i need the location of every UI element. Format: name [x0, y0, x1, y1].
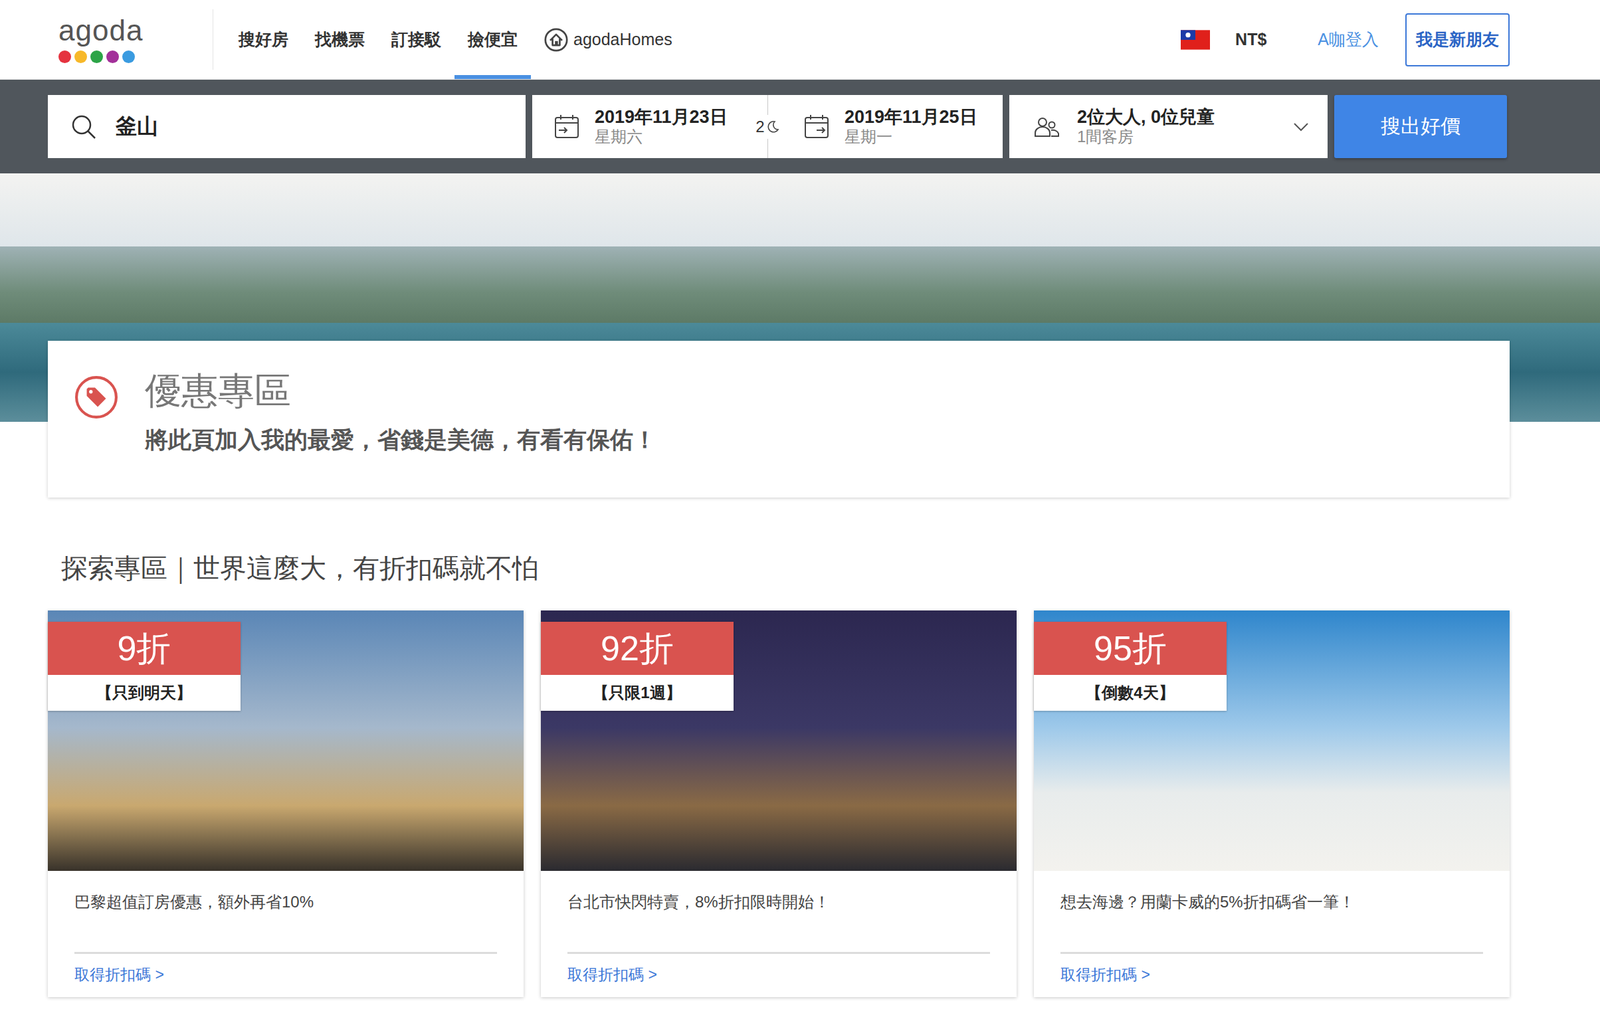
- get-code-link[interactable]: 取得折扣碼 >: [567, 954, 991, 998]
- nav-item[interactable]: 找機票: [301, 0, 379, 80]
- discount-badge: 9折 【只到明天】: [47, 621, 241, 711]
- top-bar: agoda 搜好房 找機票 訂接駁 撿便宜 agodaHomes NT$ A咖登…: [0, 0, 1600, 80]
- calendar-out-icon: [803, 113, 830, 141]
- destination-field[interactable]: 釜山: [47, 95, 526, 159]
- checkout-date[interactable]: 2019年11月25日 星期一: [782, 95, 1003, 159]
- agoda-logo[interactable]: agoda: [47, 0, 185, 80]
- moon-icon: [766, 120, 780, 134]
- header-right: NT$ A咖登入 我是新朋友: [1180, 0, 1510, 80]
- date-field[interactable]: 2019年11月23日 星期六 2 2019年11月25日 星期一: [532, 95, 1003, 159]
- get-code-link[interactable]: 取得折扣碼 >: [1060, 954, 1484, 998]
- deal-image: 95折 【倒數4天】: [1033, 610, 1510, 872]
- deal-card[interactable]: 95折 【倒數4天】 想去海邊？用蘭卡威的5%折扣碼省一筆！ 取得折扣碼 >: [1033, 610, 1510, 998]
- deal-description: 巴黎超值訂房優惠，額外再省10%: [74, 891, 498, 935]
- content: 優惠專區 將此頁加入我的最愛，省錢是美德，有看有保佑！ 探索專區｜世界這麼大，有…: [47, 340, 1510, 998]
- people-icon: [1033, 113, 1060, 141]
- guests-field[interactable]: 2位大人, 0位兒童 1間客房: [1009, 95, 1328, 159]
- search-icon: [70, 113, 98, 141]
- get-code-link[interactable]: 取得折扣碼 >: [74, 954, 498, 998]
- login-link[interactable]: A咖登入: [1317, 28, 1379, 51]
- currency-selector[interactable]: NT$: [1235, 29, 1267, 50]
- logo-dots-icon: [58, 50, 185, 64]
- section-title: 探索專區｜世界這麼大，有折扣碼就不怕: [61, 550, 1510, 586]
- search-button[interactable]: 搜出好價: [1334, 95, 1507, 159]
- nights-count: 2: [752, 95, 783, 159]
- discount-badge: 92折 【只限1週】: [540, 621, 734, 711]
- discount-badge: 95折 【倒數4天】: [1033, 621, 1227, 711]
- promo-banner: 優惠專區 將此頁加入我的最愛，省錢是美德，有看有保佑！: [47, 340, 1510, 498]
- deal-description: 台北市快閃特賣，8%折扣限時開始！: [567, 891, 991, 935]
- deal-description: 想去海邊？用蘭卡威的5%折扣碼省一筆！: [1060, 891, 1484, 935]
- search-bar: 釜山 2019年11月23日 星期六 2 2019年11月25日 星期一 2位大…: [0, 79, 1600, 174]
- main-nav: 搜好房 找機票 訂接駁 撿便宜 agodaHomes: [225, 0, 686, 80]
- nav-item[interactable]: 撿便宜: [454, 0, 531, 80]
- nav-item[interactable]: 訂接駁: [378, 0, 455, 80]
- chevron-down-icon: [1293, 122, 1309, 132]
- price-tag-icon: [74, 375, 119, 420]
- deal-card[interactable]: 92折 【只限1週】 台北市快閃特賣，8%折扣限時開始！ 取得折扣碼 >: [540, 610, 1017, 998]
- checkin-date[interactable]: 2019年11月23日 星期六: [532, 95, 753, 159]
- logo-text: agoda: [58, 15, 185, 46]
- page: agoda 搜好房 找機票 訂接駁 撿便宜 agodaHomes NT$ A咖登…: [0, 0, 1600, 1023]
- deal-card[interactable]: 9折 【只到明天】 巴黎超值訂房優惠，額外再省10% 取得折扣碼 >: [47, 610, 524, 998]
- nav-item[interactable]: agodaHomes: [530, 0, 686, 80]
- promo-title: 優惠專區: [144, 367, 657, 416]
- signup-button[interactable]: 我是新朋友: [1405, 13, 1510, 67]
- calendar-in-icon: [553, 113, 581, 141]
- taiwan-flag-icon[interactable]: [1180, 29, 1210, 50]
- deal-image: 9折 【只到明天】: [47, 610, 524, 872]
- deal-cards: 9折 【只到明天】 巴黎超值訂房優惠，額外再省10% 取得折扣碼 >92折 【只…: [47, 610, 1510, 998]
- nav-item[interactable]: 搜好房: [225, 0, 302, 80]
- promo-subtitle: 將此頁加入我的最愛，省錢是美德，有看有保佑！: [144, 424, 657, 456]
- deal-image: 92折 【只限1週】: [540, 610, 1017, 872]
- house-icon: [544, 27, 569, 52]
